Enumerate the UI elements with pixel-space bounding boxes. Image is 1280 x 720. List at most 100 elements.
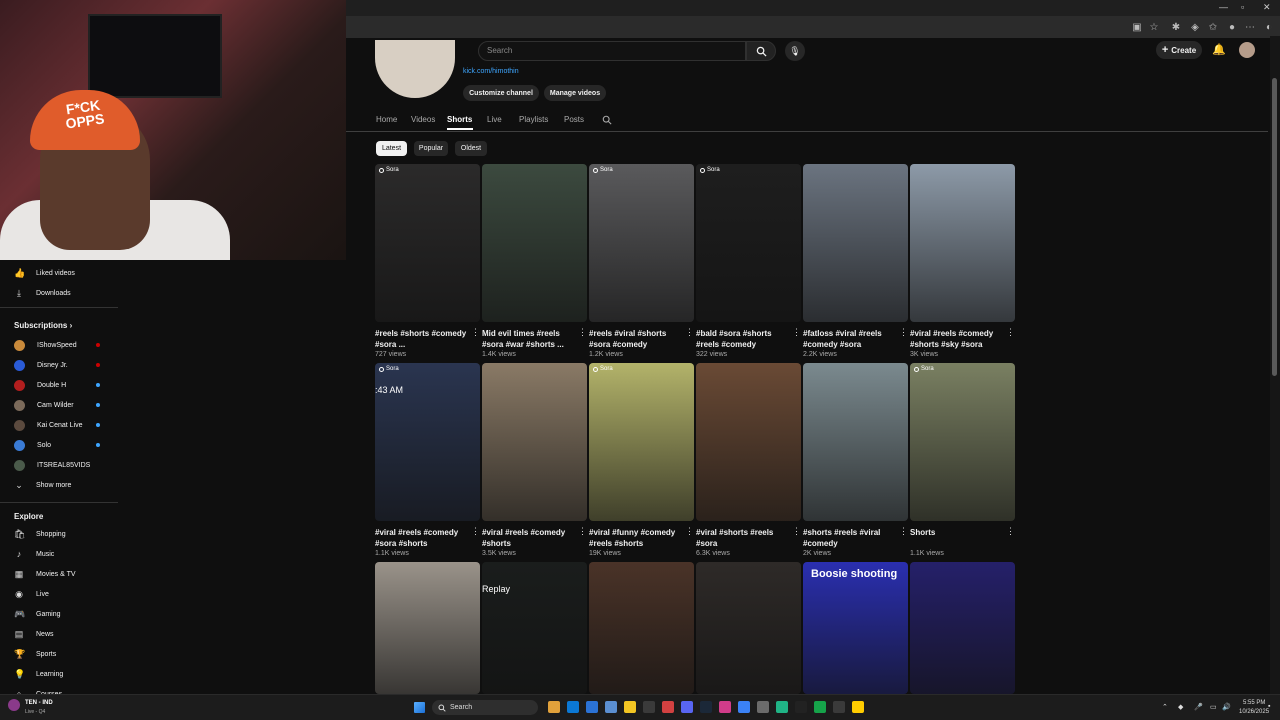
store-icon[interactable] (643, 701, 655, 713)
sidebar-subscription[interactable]: Disney Jr. (14, 358, 68, 372)
search-button[interactable] (746, 41, 776, 61)
tiktok-icon[interactable] (795, 701, 807, 713)
tray-mic-icon[interactable]: 🎤 (1194, 703, 1203, 711)
tab-videos[interactable]: Videos (411, 115, 435, 124)
short-card[interactable]: Mid evil times #reels #sora #war #shorts… (482, 164, 587, 358)
short-card[interactable]: Sora #bald #sora #shorts #reels #comedy 32… (696, 164, 801, 358)
tab-live[interactable]: Live (487, 115, 502, 124)
tray-display-icon[interactable]: ▭ (1210, 703, 1217, 711)
sidebar-item-liked-videos[interactable]: 👍 Liked videos (14, 266, 75, 280)
settings-icon[interactable] (757, 701, 769, 713)
account-avatar[interactable] (1239, 42, 1255, 58)
short-thumbnail[interactable] (482, 363, 587, 521)
short-thumbnail[interactable] (803, 164, 908, 322)
manage-videos-button[interactable]: Manage videos (544, 85, 606, 101)
bookmark-star-icon[interactable]: ☆ (1146, 19, 1162, 35)
channel-search-icon[interactable] (602, 115, 612, 125)
short-title[interactable]: #bald #sora #shorts #reels #comedy (696, 328, 788, 350)
short-card[interactable]: Sora #reels #viral #shorts #sora #comedy 1… (589, 164, 694, 358)
discord-icon[interactable] (681, 701, 693, 713)
sidebar-subscription[interactable]: Cam Wilder (14, 398, 74, 412)
short-thumbnail[interactable] (910, 164, 1015, 322)
file-explorer-icon[interactable] (624, 701, 636, 713)
short-title[interactable]: #shorts #reels #viral #comedy (803, 527, 895, 549)
more-options-icon[interactable]: ⋮ (685, 526, 694, 537)
short-card[interactable]: #shorts #reels #viral #comedy 2K views ⋮ (803, 363, 908, 557)
sidebar-subscription[interactable]: Double H (14, 378, 66, 392)
short-card[interactable]: Sora Shorts 1.1K views ⋮ (910, 363, 1015, 557)
chrome-alt-icon[interactable] (662, 701, 674, 713)
more-options-icon[interactable]: ⋮ (578, 526, 587, 537)
more-options-icon[interactable]: ⋮ (1006, 327, 1015, 338)
sidebar-item-movies-tv[interactable]: ▦ Movies & TV (14, 567, 76, 581)
channel-link[interactable]: kick.com/himothin (463, 68, 519, 75)
customize-channel-button[interactable]: Customize channel (463, 85, 539, 101)
copilot-icon[interactable]: ◐ (1261, 19, 1277, 35)
tray-app-icon[interactable]: ◆ (1178, 703, 1183, 711)
show-more-button[interactable]: ⌄ Show more (14, 478, 71, 492)
short-thumbnail[interactable] (910, 562, 1015, 694)
excel-icon[interactable] (814, 701, 826, 713)
short-card[interactable] (589, 562, 694, 694)
short-thumbnail[interactable] (375, 562, 480, 694)
short-card[interactable]: #viral #reels #comedy #shorts #sky #sora… (910, 164, 1015, 358)
chrome-icon[interactable] (586, 701, 598, 713)
sidebar-item-gaming[interactable]: 🎮 Gaming (14, 607, 61, 621)
sidebar-subscription[interactable]: ITSREAL85VIDS (14, 458, 90, 472)
scrollbar-thumb[interactable] (1272, 78, 1277, 376)
more-options-icon[interactable]: ⋮ (792, 327, 801, 338)
short-thumbnail[interactable] (589, 562, 694, 694)
short-thumbnail[interactable] (803, 363, 908, 521)
capture-icon[interactable] (833, 701, 845, 713)
more-options-icon[interactable]: ⋮ (899, 327, 908, 338)
sidebar-item-shopping[interactable]: 🛍 Shopping (14, 527, 66, 541)
short-card[interactable]: #viral #reels #comedy #shorts 3.5K views ⋮ (482, 363, 587, 557)
filter-oldest[interactable]: Oldest (455, 141, 487, 156)
short-title[interactable]: #viral #shorts #reels #sora (696, 527, 788, 549)
windows-start-icon[interactable] (414, 702, 425, 713)
short-card[interactable]: #viral #shorts #reels #sora 6.3K views ⋮ (696, 363, 801, 557)
short-card[interactable]: #fatloss #viral #reels #comedy #sora 2.2K… (803, 164, 908, 358)
short-thumbnail[interactable]: Sora (589, 164, 694, 322)
short-title[interactable]: Shorts (910, 527, 1002, 549)
short-thumbnail[interactable]: Sora (589, 363, 694, 521)
more-options-icon[interactable]: ⋮ (471, 526, 480, 537)
more-options-icon[interactable]: ⋮ (578, 327, 587, 338)
tab-playlists[interactable]: Playlists (519, 115, 548, 124)
more-options-icon[interactable]: ⋮ (1006, 526, 1015, 537)
create-button[interactable]: + Create (1156, 41, 1202, 59)
short-card[interactable]: Boosie shooting (803, 562, 908, 694)
sidebar-item-downloads[interactable]: ⤓ Downloads (14, 286, 71, 300)
filter-latest[interactable]: Latest (376, 141, 407, 156)
more-options-icon[interactable]: ⋮ (792, 526, 801, 537)
short-title[interactable]: #viral #reels #comedy #sora #shorts (375, 527, 467, 549)
sidebar-subscription[interactable]: Solo (14, 438, 51, 452)
sidebar-subscription[interactable]: IShowSpeed (14, 338, 77, 352)
minimize-button[interactable]: — (1219, 2, 1228, 12)
edge-icon[interactable] (567, 701, 579, 713)
search-input[interactable]: Search (478, 41, 746, 61)
tab-posts[interactable]: Posts (564, 115, 584, 124)
filter-popular[interactable]: Popular (414, 141, 448, 156)
xbox-icon[interactable] (776, 701, 788, 713)
short-card[interactable] (696, 562, 801, 694)
short-thumbnail[interactable]: Sora (696, 164, 801, 322)
short-title[interactable]: #viral #reels #comedy #shorts #sky #sora (910, 328, 1002, 350)
extension-icon[interactable]: ◈ (1187, 19, 1203, 35)
short-title[interactable]: Mid evil times #reels #sora #war #shorts… (482, 328, 574, 350)
short-card[interactable] (375, 562, 480, 694)
menu-icon[interactable]: ⋯ (1242, 19, 1258, 35)
more-options-icon[interactable]: ⋮ (899, 526, 908, 537)
tab-home[interactable]: Home (376, 115, 397, 124)
taskbar-search[interactable]: Search (432, 700, 538, 715)
task-view-icon[interactable] (548, 701, 560, 713)
sidebar-subscription[interactable]: Kai Cenat Live (14, 418, 83, 432)
short-title[interactable]: #viral #reels #comedy #shorts (482, 527, 574, 549)
short-card[interactable]: Replay (482, 562, 587, 694)
notification-center-icon[interactable]: ▪ (1268, 703, 1270, 710)
short-title[interactable]: #viral #funny #comedy #reels #shorts (589, 527, 681, 549)
short-card[interactable]: Sora #viral #funny #comedy #reels #shorts… (589, 363, 694, 557)
maximize-button[interactable]: ▫ (1241, 2, 1244, 12)
short-thumbnail[interactable]: Sora (910, 363, 1015, 521)
short-card[interactable]: Sora:43 AM #viral #reels #comedy #sora #s… (375, 363, 480, 557)
